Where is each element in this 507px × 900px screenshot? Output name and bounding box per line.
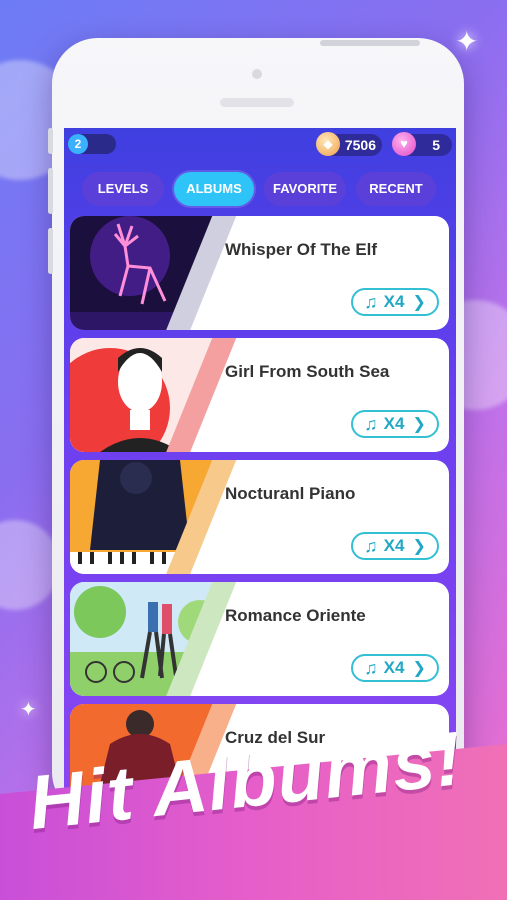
album-play-button[interactable]: ♫ X4 ❯ <box>351 410 439 438</box>
sparkle-icon: ✦ <box>20 699 37 721</box>
album-title: Whisper Of The Elf <box>225 240 378 259</box>
album-play-button[interactable]: ♫ X4 ❯ <box>351 532 439 560</box>
status-bar: 2 ◆ 7506 ♥ 5 <box>64 128 456 164</box>
album-card[interactable]: Romance Oriente ♫ X4 ❯ <box>70 582 449 696</box>
song-count: X4 <box>383 658 405 677</box>
album-title: Nocturanl Piano <box>225 484 356 503</box>
chevron-right-icon: ❯ <box>412 416 426 433</box>
song-count: X4 <box>383 414 405 433</box>
level-number: 2 <box>68 134 88 154</box>
heart-icon: ♥ <box>392 132 416 156</box>
album-title: Girl From South Sea <box>225 362 390 381</box>
background-glow <box>0 520 60 610</box>
phone-side-button <box>48 128 53 154</box>
gems-counter[interactable]: ♥ 5 <box>392 132 452 156</box>
diamond-coin-icon: ◆ <box>316 132 340 156</box>
tab-levels[interactable]: LEVELS <box>82 172 164 206</box>
level-indicator: 2 <box>68 134 116 154</box>
music-note-icon: ♫ <box>364 413 378 434</box>
music-note-icon: ♫ <box>364 657 378 678</box>
album-title: Romance Oriente <box>225 606 366 625</box>
album-play-button[interactable]: ♫ X4 ❯ <box>351 288 439 316</box>
album-card[interactable]: Girl From South Sea ♫ X4 ❯ <box>70 338 449 452</box>
phone-side-button <box>48 168 53 214</box>
phone-camera <box>252 69 262 79</box>
chevron-right-icon: ❯ <box>412 294 426 311</box>
phone-power-button <box>320 40 420 46</box>
song-count: X4 <box>383 536 405 555</box>
tab-albums[interactable]: ALBUMS <box>174 172 254 206</box>
sparkle-icon: ✦ <box>455 26 479 57</box>
chevron-right-icon: ❯ <box>412 660 426 677</box>
music-note-icon: ♫ <box>364 291 378 312</box>
coins-value: 7506 <box>344 137 376 153</box>
gems-value: 5 <box>432 137 440 153</box>
app-screen: 2 ◆ 7506 ♥ 5 LEVELS ALBUMS FAVORITE RECE… <box>64 128 456 818</box>
music-note-icon: ♫ <box>364 535 378 556</box>
album-card[interactable]: Nocturanl Piano ♫ X4 ❯ <box>70 460 449 574</box>
tab-recent[interactable]: RECENT <box>356 172 436 206</box>
album-play-button[interactable]: ♫ X4 ❯ <box>351 654 439 682</box>
album-card[interactable]: Whisper Of The Elf ♫ X4 ❯ <box>70 216 449 330</box>
phone-side-button <box>48 228 53 274</box>
phone-speaker <box>220 98 294 107</box>
tab-favorite[interactable]: FAVORITE <box>264 172 346 206</box>
chevron-right-icon: ❯ <box>412 538 426 555</box>
coins-counter[interactable]: ◆ 7506 <box>316 132 382 156</box>
song-count: X4 <box>383 292 405 311</box>
